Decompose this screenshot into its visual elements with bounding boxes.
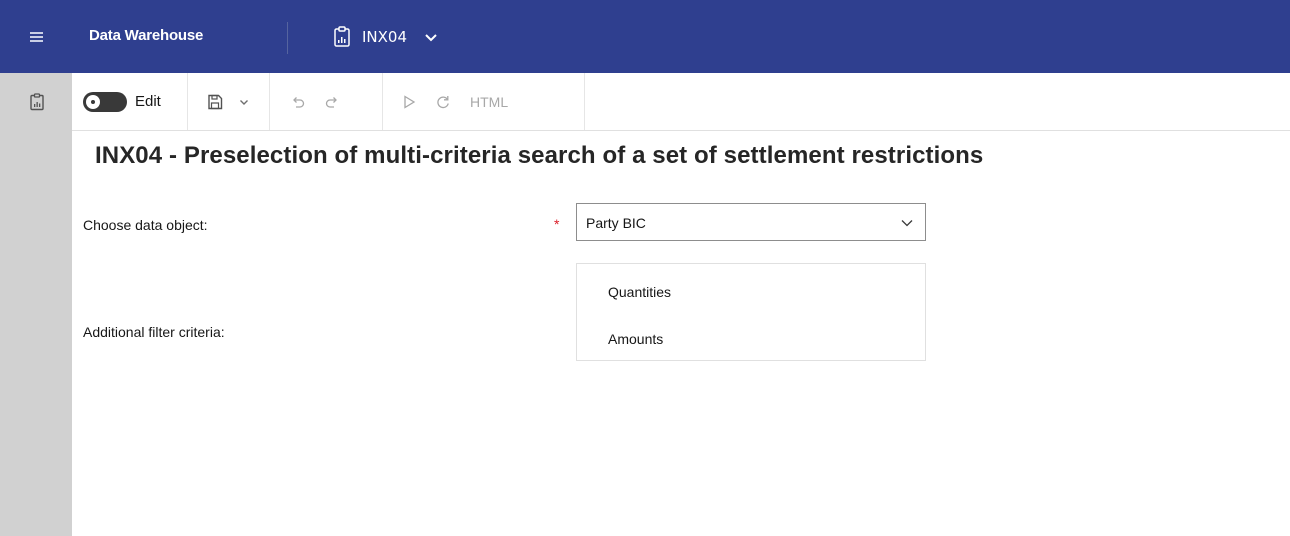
required-indicator: * [554,216,560,232]
toolbar-divider [269,73,270,130]
report-name: INX04 [362,28,408,46]
additional-filter-label: Additional filter criteria: [83,324,225,340]
undo-icon[interactable] [289,93,307,111]
save-group[interactable] [206,73,250,130]
chevron-down-icon[interactable] [423,29,439,45]
edit-toggle-group[interactable]: Edit [83,73,161,130]
run-group: HTML [400,73,508,130]
data-object-select-value: Party BIC [586,215,646,231]
data-object-select[interactable]: Party BIC [576,203,926,241]
html-output-button[interactable]: HTML [470,94,508,110]
toolbar-divider [584,73,585,130]
report-switcher[interactable]: INX04 [332,22,439,52]
report-clipboard-icon[interactable] [29,93,45,111]
edit-label[interactable]: Edit [135,93,161,110]
redo-icon[interactable] [323,93,341,111]
page-title: INX04 - Preselection of multi-criteria s… [95,142,984,169]
refresh-icon[interactable] [434,93,452,111]
filter-criteria-list: Quantities Amounts [576,263,926,361]
chevron-down-icon [901,220,913,227]
toggle-switch-icon[interactable] [83,91,127,112]
filter-option-amounts[interactable]: Amounts [608,331,663,347]
left-rail [0,73,72,536]
play-icon[interactable] [400,93,418,111]
chevron-down-icon[interactable] [238,96,250,108]
hamburger-menu-icon[interactable] [0,0,72,73]
report-clipboard-icon [334,26,350,47]
toolbar-divider [187,73,188,130]
choose-data-object-label: Choose data object: [83,217,208,233]
filter-option-quantities[interactable]: Quantities [608,284,671,300]
toolbar: Edit HTML [72,73,1290,131]
undo-redo-group [289,73,341,130]
save-icon[interactable] [206,93,224,111]
top-bar: Data Warehouse INX04 [0,0,1290,73]
toolbar-divider [382,73,383,130]
app-title[interactable]: Data Warehouse [89,27,203,44]
topbar-divider [287,22,288,54]
